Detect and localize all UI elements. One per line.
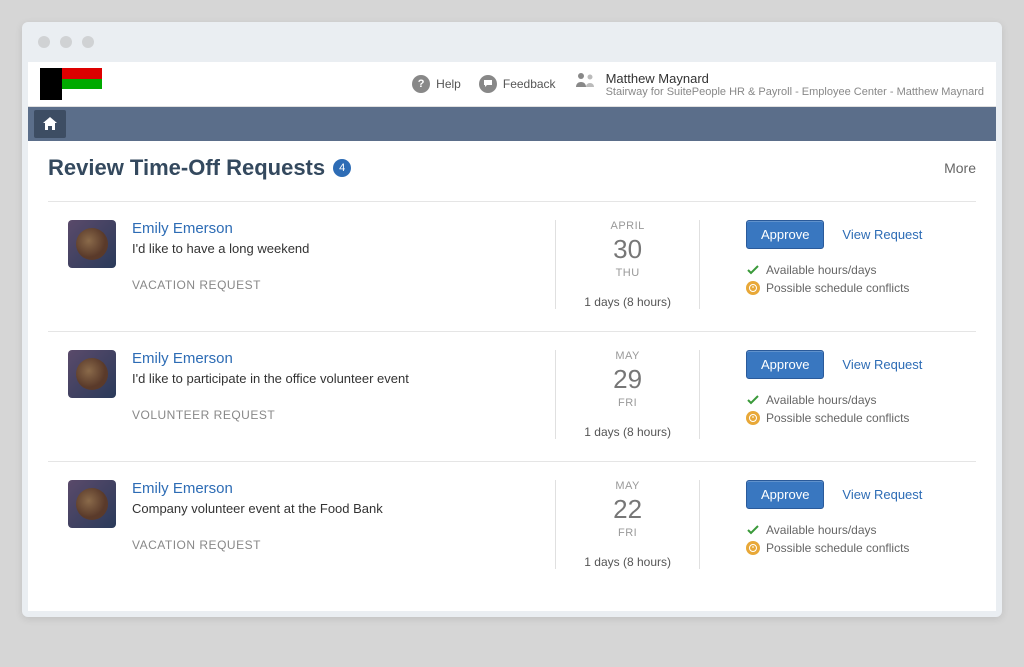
request-info: Emily Emerson I'd like to participate in… bbox=[132, 350, 539, 439]
status-conflicts: Possible schedule conflicts bbox=[746, 541, 976, 555]
view-request-link[interactable]: View Request bbox=[842, 227, 922, 242]
duration: 1 days (8 hours) bbox=[584, 425, 671, 439]
browser-header bbox=[22, 22, 1002, 62]
view-request-link[interactable]: View Request bbox=[842, 357, 922, 372]
view-request-link[interactable]: View Request bbox=[842, 487, 922, 502]
request-info: Emily Emerson Company volunteer event at… bbox=[132, 480, 539, 569]
page-title: Review Time-Off Requests bbox=[48, 155, 325, 181]
request-card: Emily Emerson I'd like to participate in… bbox=[48, 331, 976, 461]
user-sub: Stairway for SuitePeople HR & Payroll - … bbox=[606, 86, 984, 98]
request-card: Emily Emerson I'd like to have a long we… bbox=[48, 201, 976, 331]
page-header: Review Time-Off Requests 4 More bbox=[48, 155, 976, 181]
requests-list: Emily Emerson I'd like to have a long we… bbox=[48, 201, 976, 591]
flag-uae-icon bbox=[40, 68, 102, 100]
top-right-actions: ? Help Feedback Matthew Maynard Stairwa bbox=[412, 71, 984, 98]
user-menu[interactable]: Matthew Maynard Stairway for SuitePeople… bbox=[574, 71, 984, 98]
nav-bar bbox=[28, 107, 996, 141]
request-info: Emily Emerson I'd like to have a long we… bbox=[132, 220, 539, 309]
top-bar: ? Help Feedback Matthew Maynard Stairwa bbox=[28, 62, 996, 107]
actions-block: Approve View Request Available hours/day… bbox=[716, 480, 976, 569]
help-label: Help bbox=[436, 77, 461, 91]
status-conflicts-label: Possible schedule conflicts bbox=[766, 281, 909, 295]
check-icon bbox=[746, 523, 760, 537]
date-block: MAY 22 FRI 1 days (8 hours) bbox=[555, 480, 700, 569]
request-note: I'd like to have a long weekend bbox=[132, 241, 539, 256]
status-available-label: Available hours/days bbox=[766, 263, 877, 277]
duration: 1 days (8 hours) bbox=[584, 555, 671, 569]
warning-icon bbox=[746, 281, 760, 295]
date-block: APRIL 30 THU 1 days (8 hours) bbox=[555, 220, 700, 309]
nav-home-button[interactable] bbox=[34, 110, 66, 138]
avatar[interactable] bbox=[68, 220, 116, 268]
status-available: Available hours/days bbox=[746, 523, 976, 537]
check-icon bbox=[746, 263, 760, 277]
status-available: Available hours/days bbox=[746, 263, 976, 277]
status-conflicts: Possible schedule conflicts bbox=[746, 411, 976, 425]
user-icon bbox=[574, 71, 598, 89]
feedback-link[interactable]: Feedback bbox=[479, 75, 556, 93]
feedback-icon bbox=[479, 75, 497, 93]
date-dow: THU bbox=[584, 267, 671, 279]
date-month: APRIL bbox=[584, 220, 671, 232]
request-note: Company volunteer event at the Food Bank bbox=[132, 501, 539, 516]
request-count-badge: 4 bbox=[333, 159, 351, 177]
requester-name-link[interactable]: Emily Emerson bbox=[132, 480, 539, 497]
request-type: VACATION REQUEST bbox=[132, 538, 539, 552]
status-conflicts-label: Possible schedule conflicts bbox=[766, 411, 909, 425]
request-type: VACATION REQUEST bbox=[132, 278, 539, 292]
traffic-light-red[interactable] bbox=[38, 36, 50, 48]
requester-name-link[interactable]: Emily Emerson bbox=[132, 350, 539, 367]
status-conflicts-label: Possible schedule conflicts bbox=[766, 541, 909, 555]
request-card: Emily Emerson Company volunteer event at… bbox=[48, 461, 976, 591]
requester-name-link[interactable]: Emily Emerson bbox=[132, 220, 539, 237]
status-available: Available hours/days bbox=[746, 393, 976, 407]
approve-button[interactable]: Approve bbox=[746, 480, 824, 509]
status-available-label: Available hours/days bbox=[766, 523, 877, 537]
browser-frame: ? Help Feedback Matthew Maynard Stairwa bbox=[22, 22, 1002, 617]
date-dow: FRI bbox=[584, 527, 671, 539]
date-day: 22 bbox=[584, 494, 671, 525]
avatar[interactable] bbox=[68, 480, 116, 528]
date-month: MAY bbox=[584, 350, 671, 362]
more-link[interactable]: More bbox=[944, 160, 976, 176]
app-window: ? Help Feedback Matthew Maynard Stairwa bbox=[28, 62, 996, 611]
date-day: 29 bbox=[584, 364, 671, 395]
home-icon bbox=[41, 115, 59, 133]
user-name: Matthew Maynard bbox=[606, 71, 984, 86]
duration: 1 days (8 hours) bbox=[584, 295, 671, 309]
request-note: I'd like to participate in the office vo… bbox=[132, 371, 539, 386]
actions-block: Approve View Request Available hours/day… bbox=[716, 350, 976, 439]
warning-icon bbox=[746, 411, 760, 425]
help-icon: ? bbox=[412, 75, 430, 93]
warning-icon bbox=[746, 541, 760, 555]
traffic-light-green[interactable] bbox=[82, 36, 94, 48]
date-dow: FRI bbox=[584, 397, 671, 409]
content-area: Review Time-Off Requests 4 More Emily Em… bbox=[28, 141, 996, 611]
date-month: MAY bbox=[584, 480, 671, 492]
check-icon bbox=[746, 393, 760, 407]
date-day: 30 bbox=[584, 234, 671, 265]
actions-block: Approve View Request Available hours/day… bbox=[716, 220, 976, 309]
approve-button[interactable]: Approve bbox=[746, 220, 824, 249]
help-link[interactable]: ? Help bbox=[412, 75, 461, 93]
date-block: MAY 29 FRI 1 days (8 hours) bbox=[555, 350, 700, 439]
status-conflicts: Possible schedule conflicts bbox=[746, 281, 976, 295]
traffic-light-yellow[interactable] bbox=[60, 36, 72, 48]
feedback-label: Feedback bbox=[503, 77, 556, 91]
status-available-label: Available hours/days bbox=[766, 393, 877, 407]
avatar[interactable] bbox=[68, 350, 116, 398]
request-type: VOLUNTEER REQUEST bbox=[132, 408, 539, 422]
approve-button[interactable]: Approve bbox=[746, 350, 824, 379]
